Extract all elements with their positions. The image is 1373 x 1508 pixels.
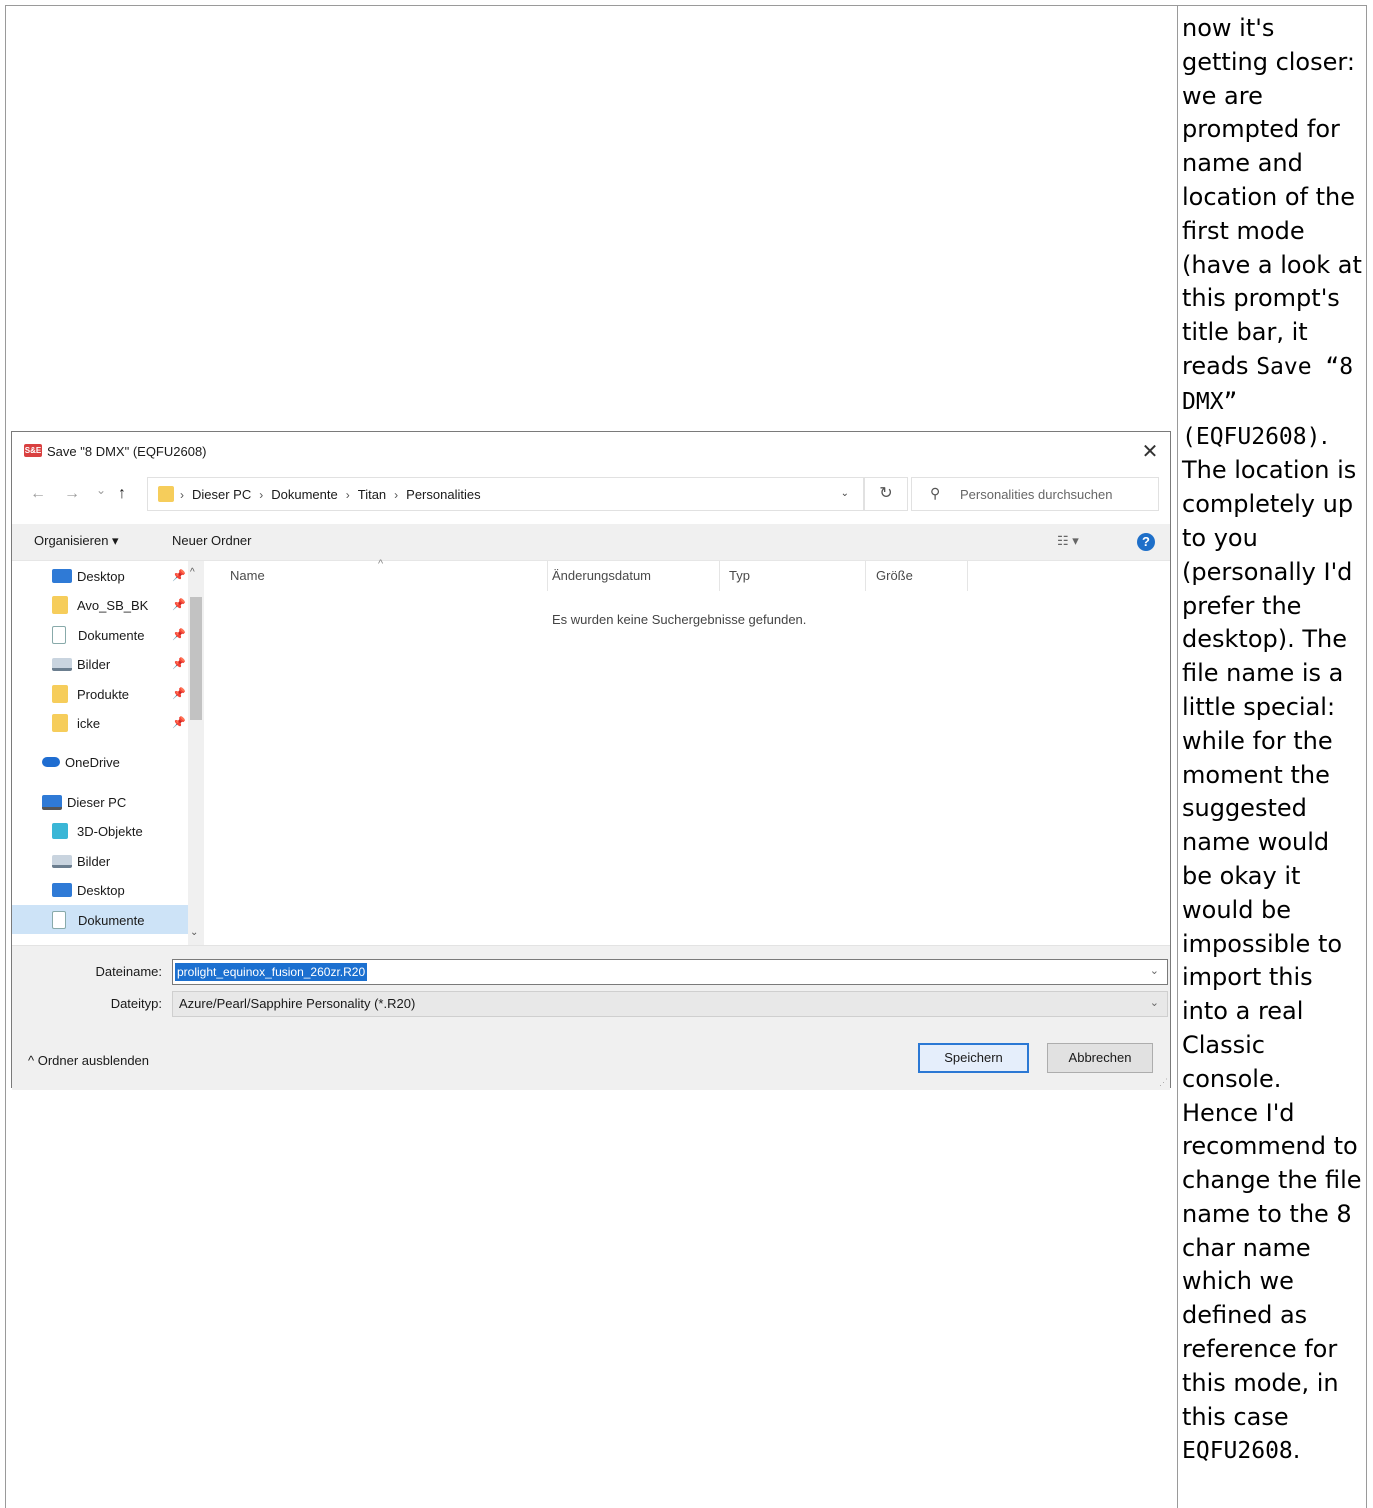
- filetype-value: Azure/Pearl/Sapphire Personality (*.R20): [179, 996, 416, 1011]
- save-button[interactable]: Speichern: [918, 1043, 1029, 1073]
- document-icon: [52, 626, 66, 644]
- computer-icon: [42, 794, 62, 810]
- nav-item-icke[interactable]: icke: [52, 711, 100, 735]
- back-icon[interactable]: ←: [30, 485, 46, 503]
- address-row: ← → ⌄ ↑ › Dieser PC › Dokumente › Titan …: [12, 477, 1170, 513]
- close-button[interactable]: ✕: [1130, 432, 1170, 472]
- nav-item-bilder[interactable]: Bilder: [52, 652, 110, 676]
- nav-item-avo-sb-bk[interactable]: Avo_SB_BK: [52, 593, 148, 617]
- nav-item-dokumente-pc[interactable]: Dokumente: [52, 908, 144, 932]
- pin-icon[interactable]: 📌: [172, 598, 186, 611]
- pictures-icon: [52, 854, 72, 868]
- nav-item-onedrive[interactable]: OneDrive: [42, 750, 120, 774]
- document-icon: [52, 911, 66, 929]
- filename-value: prolight_equinox_fusion_260zr.R20: [175, 963, 368, 981]
- pin-icon[interactable]: 📌: [172, 687, 186, 700]
- folder-icon: [52, 714, 68, 732]
- folder-icon: [158, 486, 174, 502]
- column-divider[interactable]: [719, 561, 720, 591]
- pin-icon[interactable]: 📌: [172, 657, 186, 670]
- nav-item-bilder-pc[interactable]: Bilder: [52, 849, 110, 873]
- desktop-icon: [52, 883, 72, 897]
- scrollbar-thumb[interactable]: [190, 597, 202, 720]
- breadcrumb-item[interactable]: Dieser PC: [192, 487, 251, 502]
- search-icon: ⚲: [930, 485, 941, 501]
- new-folder-button[interactable]: Neuer Ordner: [172, 533, 251, 548]
- column-header-name[interactable]: Name: [230, 568, 265, 583]
- cube-icon: [52, 823, 68, 839]
- up-icon[interactable]: ↑: [118, 485, 126, 503]
- table-column-divider: [1177, 5, 1178, 1508]
- save-dialog: S&E Save "8 DMX" (EQFU2608) ✕ ← → ⌄ ↑ › …: [11, 431, 1171, 1090]
- chevron-up-icon[interactable]: ^: [190, 567, 195, 578]
- command-bar: Organisieren ▾ Neuer Ordner ☷ ▾ ?: [12, 524, 1170, 561]
- address-bar[interactable]: › Dieser PC › Dokumente › Titan › Person…: [147, 477, 864, 511]
- folder-icon: [52, 685, 68, 703]
- chevron-down-icon[interactable]: ⌄: [1150, 964, 1159, 977]
- chevron-down-icon[interactable]: ⌄: [190, 927, 198, 938]
- search-input[interactable]: ⚲ Personalities durchsuchen: [911, 477, 1159, 511]
- filename-label: Dateiname:: [95, 964, 162, 979]
- hide-folders-toggle[interactable]: ^ Ordner ausblenden: [28, 1053, 149, 1068]
- chevron-down-icon[interactable]: ⌄: [841, 488, 849, 499]
- cloud-icon: [42, 757, 60, 767]
- dialog-title: Save "8 DMX" (EQFU2608): [47, 444, 207, 459]
- pictures-icon: [52, 657, 72, 671]
- forward-icon[interactable]: →: [64, 485, 80, 503]
- save-options-panel: Dateiname: prolight_equinox_fusion_260zr…: [12, 945, 1170, 1090]
- filetype-label: Dateityp:: [110, 996, 162, 1011]
- search-placeholder: Personalities durchsuchen: [960, 487, 1113, 502]
- nav-item-dieser-pc[interactable]: Dieser PC: [42, 790, 126, 814]
- nav-item-desktop-pc[interactable]: Desktop: [52, 878, 125, 902]
- column-header-date[interactable]: Änderungsdatum: [552, 568, 651, 583]
- help-icon[interactable]: ?: [1137, 533, 1155, 551]
- sort-caret-icon: ^: [378, 558, 384, 570]
- cancel-button[interactable]: Abbrechen: [1047, 1043, 1153, 1073]
- empty-results-message: Es wurden keine Suchergebnisse gefunden.: [552, 612, 807, 627]
- breadcrumb-item[interactable]: Personalities: [406, 487, 480, 502]
- view-options-icon[interactable]: ☷ ▾: [1057, 533, 1079, 549]
- recent-locations-icon[interactable]: ⌄: [96, 483, 106, 497]
- title-bar: S&E Save "8 DMX" (EQFU2608) ✕: [12, 432, 1170, 472]
- folder-icon: [52, 596, 68, 614]
- column-header-size[interactable]: Größe: [876, 568, 913, 583]
- column-header-type[interactable]: Typ: [729, 568, 750, 583]
- navigation-pane: Desktop 📌 Avo_SB_BK 📌 Dokumente 📌 Bilder…: [12, 561, 204, 945]
- nav-item-dokumente[interactable]: Dokumente: [52, 623, 144, 647]
- column-divider[interactable]: [865, 561, 866, 591]
- description-text: now it's getting closer: we are prompted…: [1182, 14, 1362, 1465]
- pin-icon[interactable]: 📌: [172, 716, 186, 729]
- desktop-icon: [52, 569, 72, 583]
- breadcrumb: › Dieser PC › Dokumente › Titan › Person…: [180, 487, 481, 502]
- resize-grip-icon[interactable]: ⋰: [1159, 1077, 1168, 1088]
- nav-item-3d-objekte[interactable]: 3D-Objekte: [52, 819, 143, 843]
- chevron-down-icon[interactable]: ⌄: [1150, 996, 1159, 1009]
- code-mode-name: EQFU2608: [1182, 1438, 1293, 1465]
- app-icon: S&E: [24, 444, 42, 457]
- filename-field[interactable]: prolight_equinox_fusion_260zr.R20 ⌄: [172, 959, 1168, 985]
- column-divider[interactable]: [547, 561, 548, 591]
- refresh-icon[interactable]: ↻: [864, 477, 908, 511]
- pin-icon[interactable]: 📌: [172, 569, 186, 582]
- nav-item-produkte[interactable]: Produkte: [52, 682, 129, 706]
- pin-icon[interactable]: 📌: [172, 628, 186, 641]
- breadcrumb-item[interactable]: Titan: [358, 487, 386, 502]
- filetype-select[interactable]: Azure/Pearl/Sapphire Personality (*.R20)…: [172, 991, 1168, 1017]
- nav-item-desktop[interactable]: Desktop: [52, 564, 125, 588]
- organize-button[interactable]: Organisieren ▾: [34, 533, 119, 549]
- column-divider[interactable]: [967, 561, 968, 591]
- breadcrumb-item[interactable]: Dokumente: [271, 487, 337, 502]
